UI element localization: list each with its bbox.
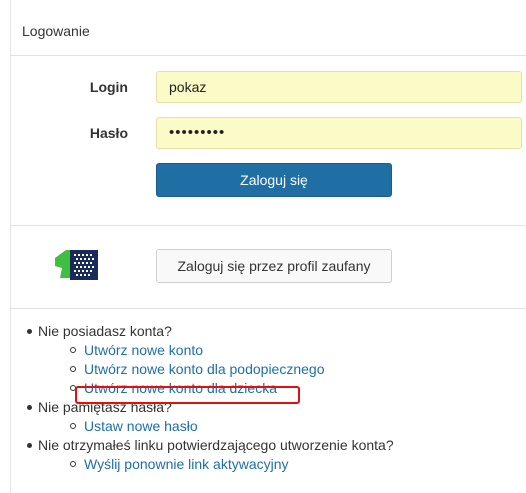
help-links: Nie posiadasz konta? Utwórz nowe konto U… — [22, 322, 394, 474]
forgot-password-text: Nie pamiętasz hasła? — [22, 398, 394, 417]
create-account-link[interactable]: Utwórz nowe konto — [84, 342, 203, 358]
trusted-profile-login-button[interactable]: Zaloguj się przez profil zaufany — [156, 249, 392, 283]
list-item: Utwórz nowe konto dla dziecka — [22, 379, 394, 398]
page-title: Logowanie — [22, 23, 90, 39]
login-label: Login — [89, 79, 128, 95]
resend-activation-link[interactable]: Wyślij ponownie link aktywacyjny — [84, 456, 289, 472]
set-new-password-link[interactable]: Ustaw nowe hasło — [84, 418, 198, 434]
login-input[interactable] — [156, 71, 522, 103]
create-ward-account-link[interactable]: Utwórz nowe konto dla podopiecznego — [84, 361, 325, 377]
panel-header: Logowanie — [10, 0, 526, 56]
list-item: Utwórz nowe konto dla podopiecznego — [22, 360, 394, 379]
password-input[interactable]: ••••••••• — [156, 117, 522, 149]
divider — [10, 308, 526, 309]
list-item: Utwórz nowe konto — [22, 341, 394, 360]
divider — [10, 225, 526, 226]
login-button[interactable]: Zaloguj się — [156, 163, 392, 197]
create-child-account-link[interactable]: Utwórz nowe konto dla dziecka — [84, 380, 277, 396]
epuap-trusted-profile-icon — [55, 250, 98, 280]
list-item: Wyślij ponownie link aktywacyjny — [22, 455, 394, 474]
list-item: Ustaw nowe hasło — [22, 417, 394, 436]
no-account-text: Nie posiadasz konta? — [22, 322, 394, 341]
no-activation-link-text: Nie otrzymałeś linku potwierdzającego ut… — [22, 436, 394, 455]
password-label: Hasło — [89, 125, 128, 141]
